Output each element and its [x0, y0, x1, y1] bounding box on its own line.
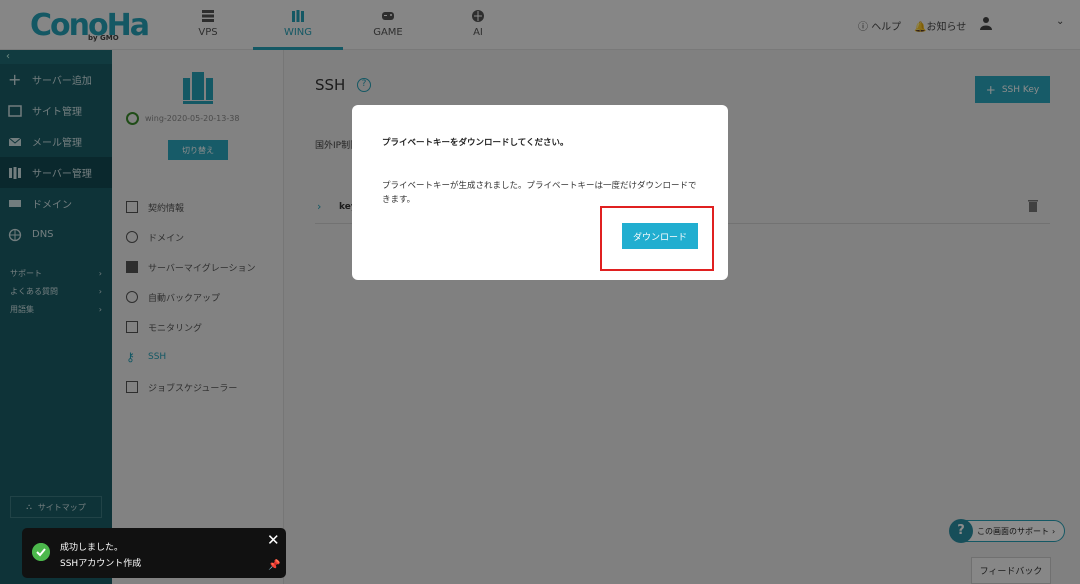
check-circle-icon	[32, 543, 50, 561]
toast-title: 成功しました。	[60, 543, 124, 553]
close-icon[interactable]: ✕	[267, 531, 280, 549]
modal-body: プライベートキーが生成されました。プライベートキーは一度だけダウンロードできます…	[382, 181, 697, 205]
success-toast: 成功しました。 SSHアカウント作成 ✕ 📌	[22, 528, 286, 578]
pin-icon[interactable]: 📌	[268, 560, 280, 571]
toast-message: SSHアカウント作成	[60, 559, 142, 569]
modal-title: プライベートキーをダウンロードしてください。	[382, 138, 569, 148]
highlight-annotation	[600, 206, 714, 271]
modal-backdrop[interactable]	[0, 0, 1080, 584]
